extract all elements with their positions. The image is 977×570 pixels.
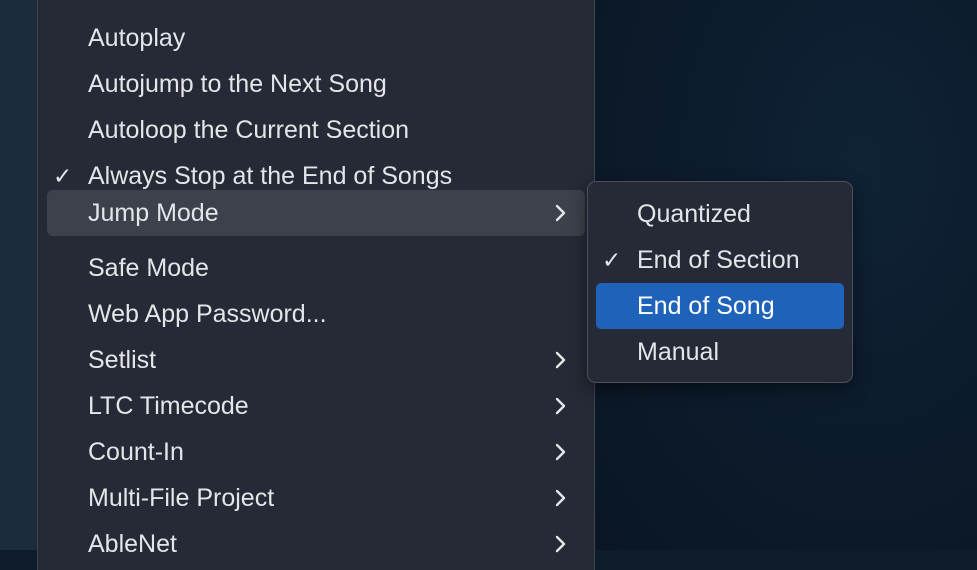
menu-item-autoplay[interactable]: Autoplay (47, 15, 585, 61)
menu-item-label: Autoplay (88, 24, 186, 52)
checkmark-icon: ✓ (602, 247, 622, 273)
menu-item-autojump-next-song[interactable]: Autojump to the Next Song (47, 61, 585, 107)
desktop-background-left (0, 0, 37, 550)
submenu-item-end-of-section[interactable]: ✓ End of Section (596, 237, 844, 283)
menu-item-safe-mode[interactable]: Safe Mode (47, 245, 585, 291)
menu-item-count-in[interactable]: Count-In (47, 429, 585, 475)
menu-item-label: Count-In (88, 438, 184, 466)
submenu-item-label: End of Section (637, 246, 800, 274)
menu-item-autoloop-current-section[interactable]: Autoloop the Current Section (47, 107, 585, 153)
menu-item-label: Safe Mode (88, 254, 209, 282)
menu-item-label: Autojump to the Next Song (88, 70, 387, 98)
chevron-right-icon (555, 489, 566, 507)
submenu-item-label: Quantized (637, 200, 751, 228)
menu-item-label: Web App Password... (88, 300, 327, 328)
chevron-right-icon (555, 351, 566, 369)
submenu-item-label: Manual (637, 338, 719, 366)
playback-options-menu: Autoplay Autojump to the Next Song Autol… (37, 0, 595, 570)
menu-item-label: Jump Mode (88, 199, 219, 227)
submenu-item-quantized[interactable]: Quantized (596, 191, 844, 237)
menu-item-web-app-password[interactable]: Web App Password... (47, 291, 585, 337)
submenu-item-manual[interactable]: Manual (596, 329, 844, 375)
chevron-right-icon (555, 204, 566, 222)
menu-item-ablenet[interactable]: AbleNet (47, 521, 585, 567)
menu-item-ltc-timecode[interactable]: LTC Timecode (47, 383, 585, 429)
menu-item-multi-file-project[interactable]: Multi-File Project (47, 475, 585, 521)
menu-item-label: Multi-File Project (88, 484, 275, 512)
menu-item-label: Setlist (88, 346, 157, 374)
menu-item-label: Autoloop the Current Section (88, 116, 410, 144)
menu-item-label: LTC Timecode (88, 392, 249, 420)
chevron-right-icon (555, 397, 566, 415)
submenu-item-end-of-song[interactable]: End of Song (596, 283, 844, 329)
submenu-item-label: End of Song (637, 292, 775, 320)
chevron-right-icon (555, 443, 566, 461)
chevron-right-icon (555, 535, 566, 553)
menu-item-label: AbleNet (88, 530, 177, 558)
menu-item-jump-mode[interactable]: Jump Mode (47, 190, 585, 236)
jump-mode-submenu: Quantized ✓ End of Section End of Song M… (587, 181, 853, 383)
menu-item-setlist[interactable]: Setlist (47, 337, 585, 383)
